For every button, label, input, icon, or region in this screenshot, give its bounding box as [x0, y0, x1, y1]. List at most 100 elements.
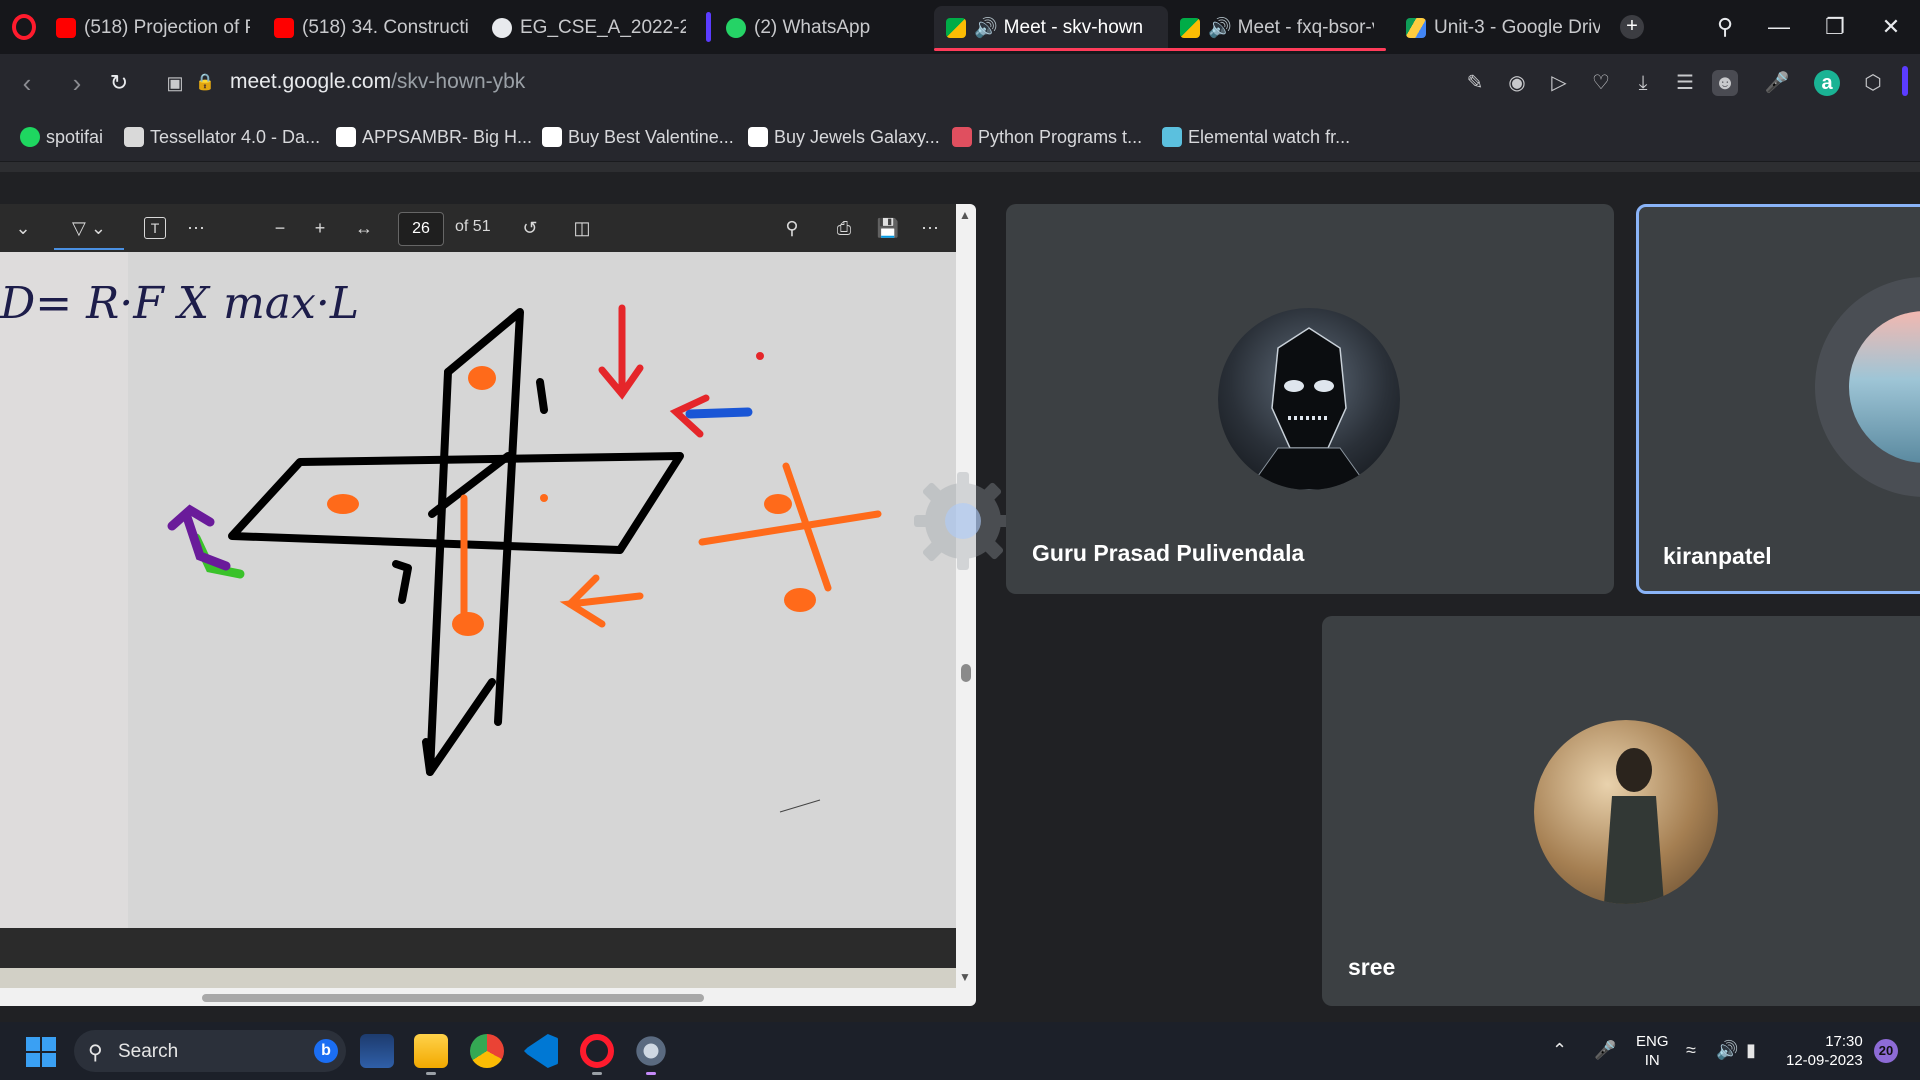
taskbar-search[interactable]: ⚲ Search b: [74, 1030, 346, 1072]
python-programs-icon: [952, 127, 972, 147]
easy-setup-icon[interactable]: ☰: [1672, 70, 1698, 96]
lock-icon[interactable]: 🔒: [190, 68, 220, 98]
opera-icon[interactable]: [580, 1034, 614, 1068]
bookmark-appsambr[interactable]: APPSAMBR- Big H...: [336, 124, 532, 150]
globe-icon: [492, 18, 512, 38]
reload-icon[interactable]: ↻: [104, 68, 134, 98]
avatar: [1534, 720, 1718, 904]
elemental-icon: [1162, 127, 1182, 147]
calculator-icon[interactable]: [360, 1034, 394, 1068]
running-indicator: [426, 1072, 436, 1075]
extension-a-icon[interactable]: a: [1814, 70, 1840, 96]
camera-permission-icon[interactable]: ▣: [160, 68, 190, 98]
avatar: [1218, 308, 1400, 490]
bookmark-python[interactable]: Python Programs t...: [952, 124, 1142, 150]
vscode-icon[interactable]: [524, 1034, 558, 1068]
wifi-icon[interactable]: ≈: [1686, 1040, 1696, 1061]
stray-mark: [779, 799, 821, 813]
pdf-page-gap: [0, 928, 956, 968]
url-domain: meet.google.com: [230, 70, 392, 93]
bookmark-elemental[interactable]: Elemental watch fr...: [1162, 124, 1350, 150]
file-explorer-icon[interactable]: [414, 1034, 448, 1068]
bookmark-valentine[interactable]: Buy Best Valentine...: [542, 124, 734, 150]
tab-meet-skv-hown[interactable]: 🔊 Meet - skv-hown: [934, 6, 1168, 50]
dark-figure-avatar-art: [1247, 327, 1371, 490]
tab-youtube-projection[interactable]: (518) Projection of Po: [44, 6, 262, 50]
search-icon[interactable]: ⚲: [780, 216, 804, 240]
pdf-toolbar: ⌄ ▽ ⌄ T ⋯ − + ↔ 26 of 51 ↺ ◫ ⚲ ⎙ 💾 ⋯: [0, 204, 956, 252]
print-icon[interactable]: ⎙: [832, 216, 856, 240]
scroll-up-icon[interactable]: ▲: [959, 208, 971, 222]
settings-gear-icon[interactable]: [634, 1034, 668, 1068]
bookmark-spotifai[interactable]: spotifai: [20, 124, 103, 150]
microphone-icon[interactable]: 🎤: [1594, 1040, 1616, 1061]
heart-icon[interactable]: ♡: [1588, 70, 1614, 96]
chrome-icon[interactable]: [470, 1034, 504, 1068]
notification-badge[interactable]: 20: [1874, 1039, 1898, 1063]
fit-width-icon[interactable]: ↔: [352, 216, 376, 240]
opera-menu-icon[interactable]: [12, 14, 36, 40]
address-bar[interactable]: meet.google.com/skv-hown-ybk: [230, 70, 525, 94]
text-icon[interactable]: T: [144, 217, 166, 239]
tab-group-marker: [706, 12, 711, 42]
spotify-icon: [20, 127, 40, 147]
scroll-down-icon[interactable]: ▼: [959, 970, 971, 984]
speaker-icon: 🔊: [1208, 18, 1232, 39]
shared-screen-pdf-viewer[interactable]: ⌄ ▽ ⌄ T ⋯ − + ↔ 26 of 51 ↺ ◫ ⚲ ⎙ 💾 ⋯ D= …: [0, 204, 976, 1006]
pdf-vertical-scrollbar[interactable]: ▲ ▼: [956, 204, 976, 988]
zoom-in-icon[interactable]: +: [310, 216, 330, 240]
red-dot: [756, 352, 764, 360]
participant-tile-sree[interactable]: sree: [1322, 616, 1920, 1006]
search-label: Search: [118, 1041, 179, 1062]
system-clock[interactable]: 17:30 12-09-2023: [1786, 1032, 1863, 1070]
participant-tile-guru[interactable]: Guru Prasad Pulivendala: [1006, 204, 1614, 594]
tab-youtube-construction[interactable]: (518) 34. Construction: [262, 6, 480, 50]
meet-icon: [946, 18, 966, 38]
participant-name: kiranpatel: [1663, 543, 1772, 569]
new-tab-button[interactable]: +: [1620, 15, 1644, 39]
tab-meet-fxq-bsor[interactable]: 🔊 Meet - fxq-bsor-v: [1168, 6, 1386, 50]
search-tabs-icon[interactable]: ⚲: [1710, 12, 1740, 42]
bookmark-jewels[interactable]: Buy Jewels Galaxy...: [748, 124, 940, 150]
more-options-icon[interactable]: ⋯: [918, 216, 942, 240]
rotate-icon[interactable]: ↺: [518, 216, 542, 240]
bing-icon[interactable]: b: [314, 1039, 338, 1063]
tab-google-drive[interactable]: Unit-3 - Google Drive: [1394, 6, 1612, 50]
chevron-up-icon[interactable]: ⌃: [1552, 1040, 1567, 1061]
chevron-down-icon[interactable]: ⌄: [14, 216, 32, 240]
amazon-icon: [748, 127, 768, 147]
minimize-icon[interactable]: —: [1764, 12, 1794, 42]
volume-icon[interactable]: 🔊: [1716, 1040, 1738, 1061]
forward-icon[interactable]: ›: [62, 68, 92, 98]
participant-name: Guru Prasad Pulivendala: [1032, 540, 1305, 566]
draw-highlight-icon[interactable]: ▽ ⌄: [54, 216, 124, 250]
participant-tile-kiranpatel[interactable]: kiranpatel: [1636, 204, 1920, 594]
profile-icon[interactable]: ☻: [1712, 70, 1738, 96]
vertical-scroll-thumb[interactable]: [961, 664, 971, 682]
bookmark-tessellator[interactable]: Tessellator 4.0 - Da...: [124, 124, 320, 150]
pdf-horizontal-scrollbar[interactable]: [0, 988, 976, 1006]
horizontal-scroll-thumb[interactable]: [202, 994, 704, 1002]
zoom-out-icon[interactable]: −: [270, 216, 290, 240]
page-view-icon[interactable]: ◫: [570, 216, 594, 240]
send-icon[interactable]: ▷: [1546, 70, 1572, 96]
battery-icon[interactable]: ▮: [1746, 1040, 1756, 1061]
edit-icon[interactable]: ✎: [1462, 70, 1488, 96]
tab-whatsapp[interactable]: (2) WhatsApp: [714, 6, 932, 50]
input-language[interactable]: ENG IN: [1636, 1032, 1669, 1070]
pdf-page-content: D= R·F X max·L: [0, 252, 956, 928]
extensions-cube-icon[interactable]: ⬡: [1860, 70, 1886, 96]
windows-start-icon[interactable]: [26, 1037, 56, 1067]
restore-icon[interactable]: ❐: [1820, 12, 1850, 42]
save-icon[interactable]: 💾: [876, 216, 900, 240]
snapshot-icon[interactable]: ◉: [1504, 70, 1530, 96]
download-icon[interactable]: ⤓: [1630, 70, 1656, 96]
close-window-icon[interactable]: ✕: [1876, 12, 1906, 42]
active-indicator: [646, 1072, 656, 1075]
back-icon[interactable]: ‹: [12, 68, 42, 98]
tab-eg-cse-pdf[interactable]: EG_CSE_A_2022-23.p: [480, 6, 698, 50]
more-icon[interactable]: ⋯: [184, 216, 208, 240]
url-path: /skv-hown-ybk: [391, 70, 526, 93]
mic-icon[interactable]: 🎤: [1764, 70, 1790, 96]
page-number-input[interactable]: 26: [398, 212, 444, 246]
